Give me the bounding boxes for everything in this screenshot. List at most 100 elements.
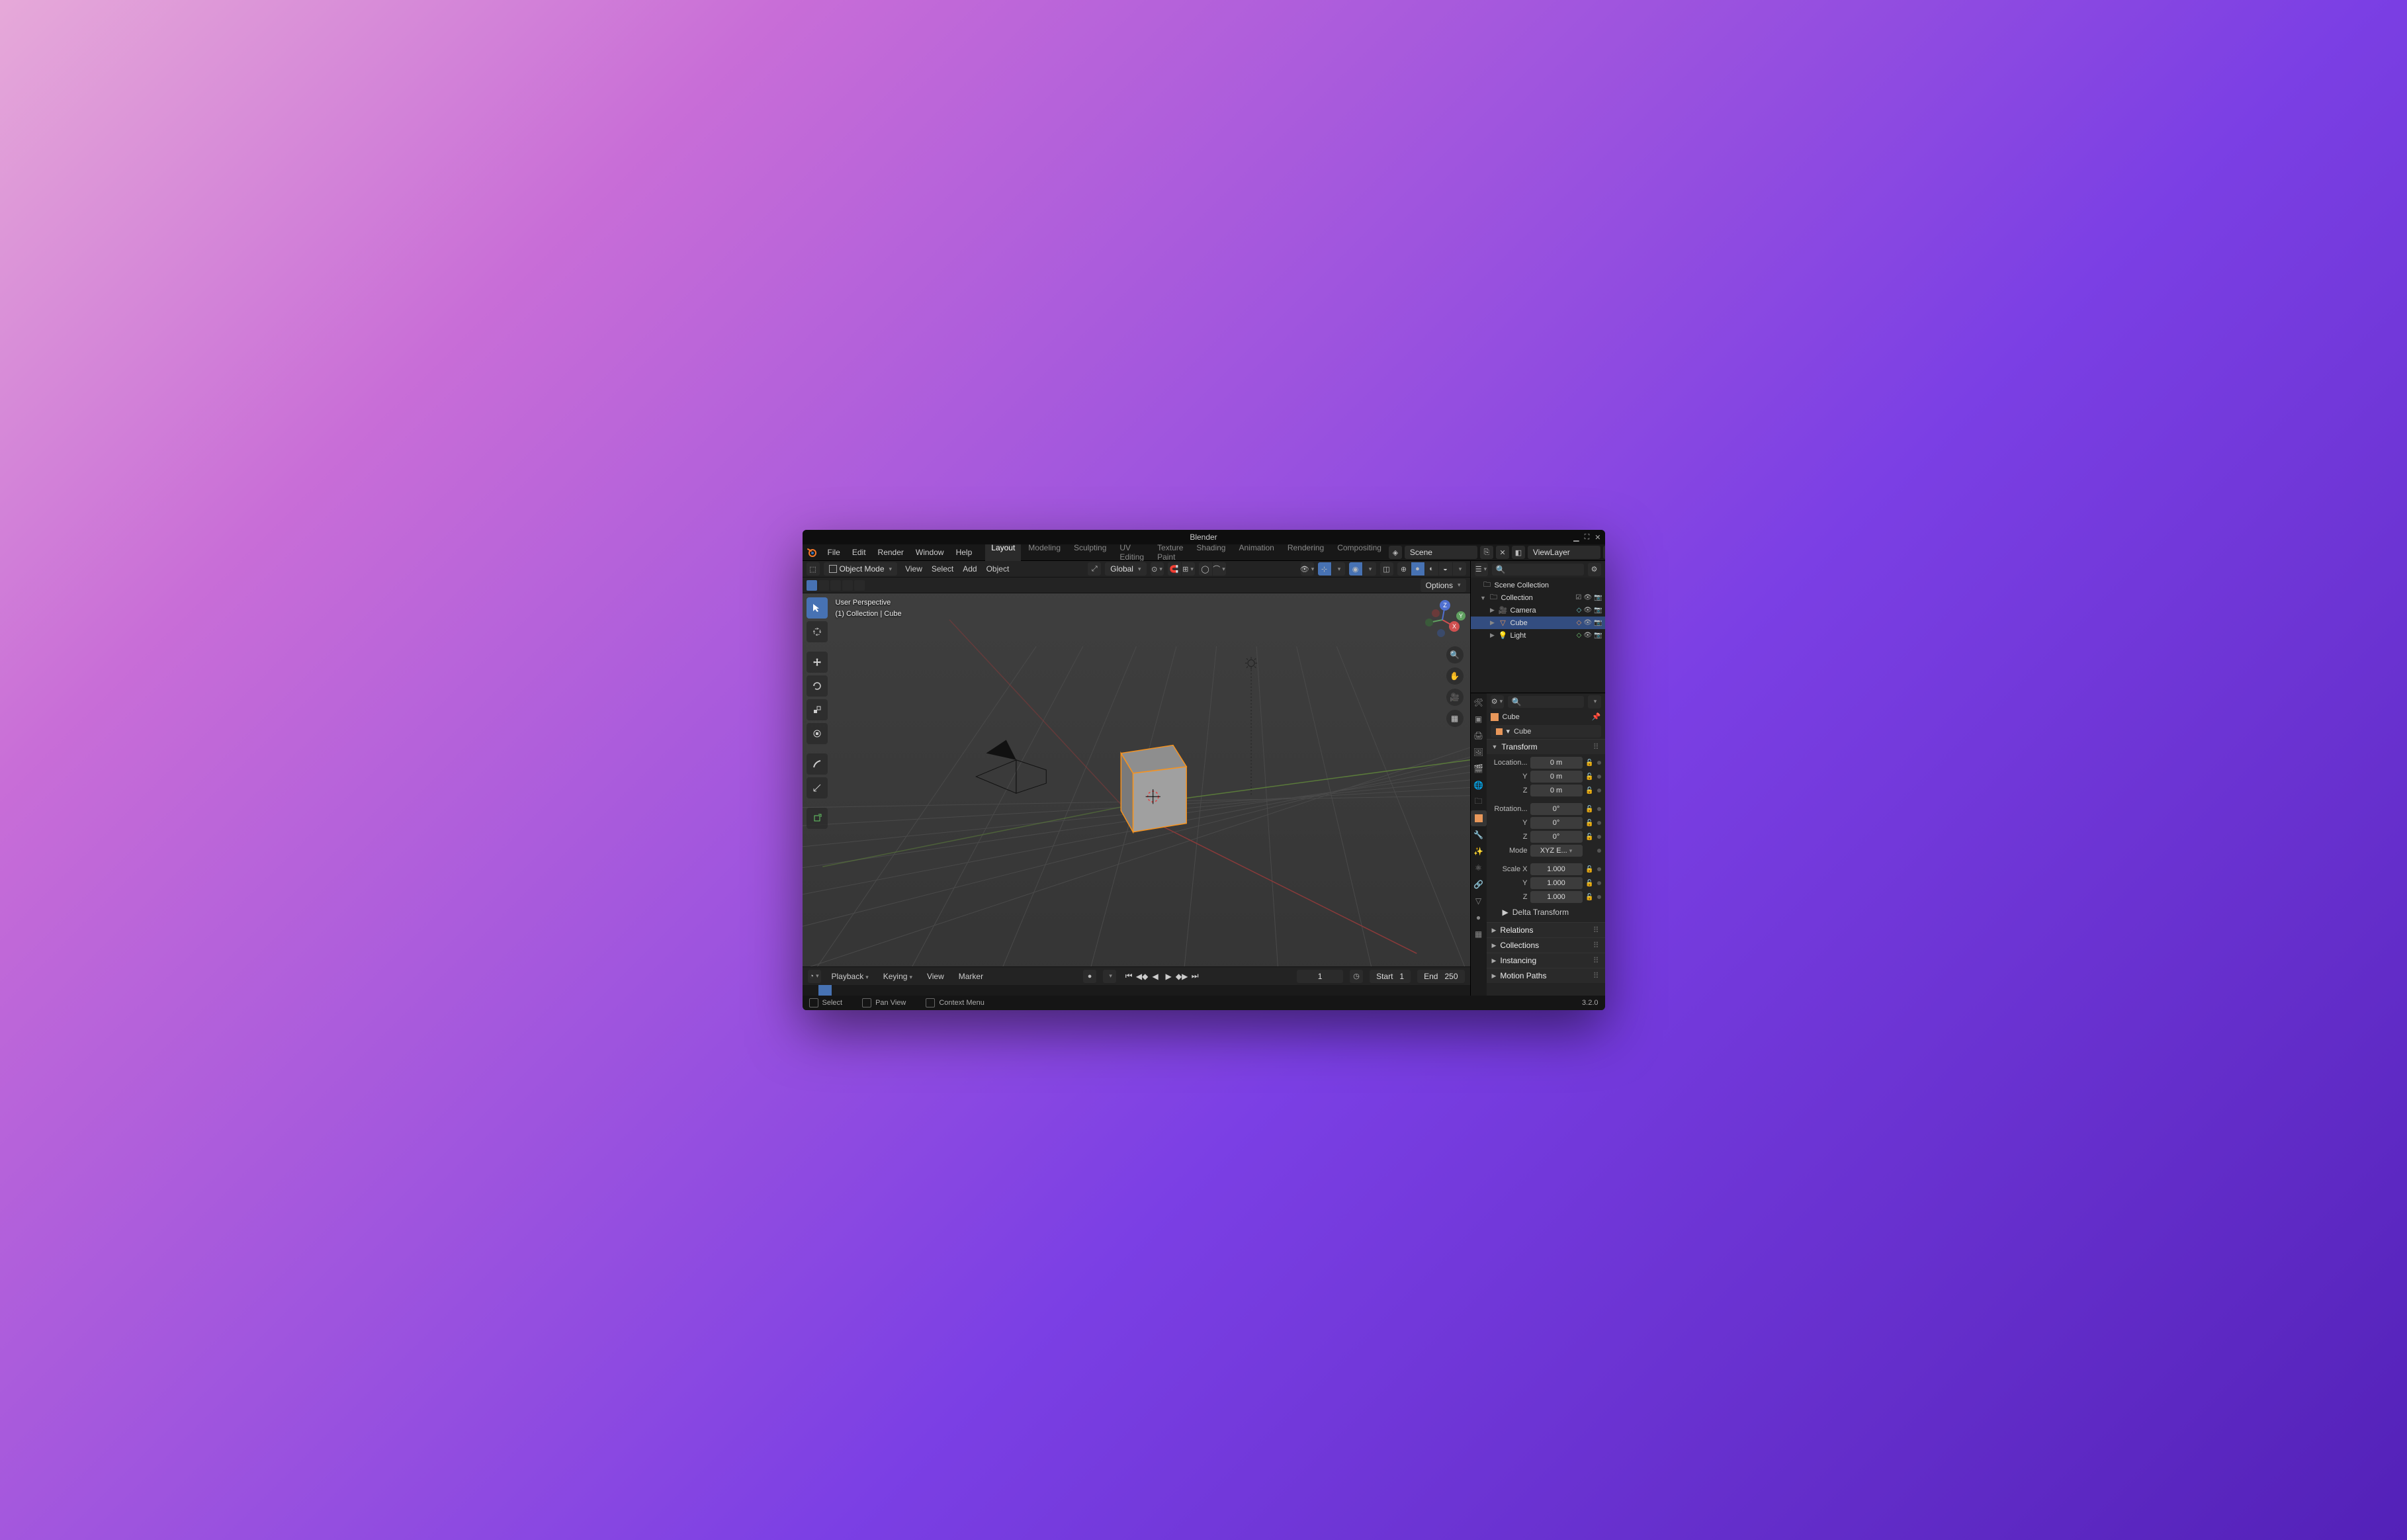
properties-tab-modifiers[interactable]: 🔧	[1471, 827, 1487, 843]
outliner-filter-icon[interactable]: ⚙	[1588, 563, 1601, 576]
maximize-icon[interactable]: ⛶	[1585, 533, 1590, 542]
tree-collection[interactable]: ▼🗀Collection☑👁📷	[1471, 591, 1605, 604]
panel-instancing[interactable]: ▶Instancing⠿	[1487, 953, 1605, 968]
keying-menu[interactable]: Keying	[879, 970, 916, 982]
lock-icon[interactable]: 🔓	[1585, 772, 1595, 781]
select-tool[interactable]	[807, 597, 828, 619]
workspace-animation[interactable]: Animation	[1233, 541, 1280, 564]
location-z-field[interactable]: 0 m	[1530, 785, 1583, 796]
select-mode-3-icon[interactable]	[830, 580, 841, 591]
snap-options-icon[interactable]: ⊞	[1182, 562, 1195, 576]
properties-tab-tool[interactable]: 🛠	[1471, 695, 1487, 710]
tree-item-light[interactable]: ▶💡Light◇👁📷	[1471, 629, 1605, 642]
lock-icon[interactable]: 🔓	[1585, 832, 1595, 841]
shading-material-icon[interactable]: ◐	[1425, 562, 1438, 576]
viewlayer-browse-icon[interactable]: ◧	[1512, 546, 1525, 559]
jump-start-icon[interactable]: ⏮	[1123, 970, 1135, 982]
workspace-uv-editing[interactable]: UV Editing	[1114, 541, 1150, 564]
gizmo-options-icon[interactable]	[1332, 562, 1345, 576]
timeline-editor-icon[interactable]: ◔	[808, 970, 821, 983]
lock-icon[interactable]: 🔓	[1585, 878, 1595, 888]
object-name-field[interactable]: ▾ Cube	[1491, 725, 1601, 738]
scale-tool[interactable]	[807, 699, 828, 720]
location-x-field[interactable]: 0 m	[1530, 757, 1583, 769]
autokey-icon[interactable]: ●	[1083, 970, 1096, 983]
scale-x-field[interactable]: 1.000	[1530, 863, 1583, 875]
menu-file[interactable]: File	[822, 546, 846, 559]
properties-tab-data[interactable]: ▽	[1471, 893, 1487, 909]
viewport-menu-add[interactable]: Add	[959, 563, 981, 575]
viewport-menu-object[interactable]: Object	[983, 563, 1014, 575]
blender-logo-icon[interactable]	[807, 546, 817, 558]
editor-type-icon[interactable]: ⬚	[807, 562, 820, 576]
properties-tab-material[interactable]: ●	[1471, 910, 1487, 925]
scene-browse-icon[interactable]: ◈	[1389, 546, 1402, 559]
keyframe-prev-icon[interactable]: ◀◆	[1136, 970, 1148, 982]
rotation-mode-dropdown[interactable]: XYZ E...	[1530, 845, 1583, 857]
frame-range-icon[interactable]: ◷	[1350, 970, 1363, 983]
perspective-toggle-icon[interactable]: ▦	[1446, 710, 1464, 727]
marker-menu[interactable]: Marker	[955, 970, 987, 982]
outliner-search[interactable]: 🔍	[1492, 564, 1584, 576]
workspace-layout[interactable]: Layout	[985, 541, 1021, 564]
workspace-compositing[interactable]: Compositing	[1331, 541, 1387, 564]
tree-item-cube[interactable]: ▶▽Cube◇👁📷	[1471, 617, 1605, 629]
properties-tab-texture[interactable]: ▦	[1471, 926, 1487, 942]
scale-y-field[interactable]: 1.000	[1530, 877, 1583, 889]
workspace-shading[interactable]: Shading	[1190, 541, 1231, 564]
viewlayer-new-icon[interactable]: ⎘	[1603, 546, 1605, 559]
add-cube-tool[interactable]	[807, 808, 828, 829]
properties-options-icon[interactable]	[1588, 695, 1601, 708]
workspace-modeling[interactable]: Modeling	[1022, 541, 1067, 564]
properties-tab-physics[interactable]: ⚛	[1471, 860, 1487, 876]
play-reverse-icon[interactable]: ◀	[1149, 970, 1161, 982]
tree-item-camera[interactable]: ▶🎥Camera◇👁📷	[1471, 604, 1605, 617]
lock-icon[interactable]: 🔓	[1585, 786, 1595, 795]
pan-icon[interactable]: ✋	[1446, 667, 1464, 685]
rotation-x-field[interactable]: 0°	[1530, 803, 1583, 815]
viewport-menu-view[interactable]: View	[901, 563, 926, 575]
navigation-gizmo[interactable]: X Y Z	[1421, 599, 1464, 641]
timeline-scrubber[interactable]	[803, 985, 1470, 996]
properties-tab-render[interactable]: ▣	[1471, 711, 1487, 727]
viewport-3d[interactable]: User Perspective (1) Collection | Cube X…	[803, 593, 1470, 966]
shading-options-icon[interactable]	[1453, 562, 1466, 576]
properties-tab-scene[interactable]: 🎬	[1471, 761, 1487, 777]
menu-edit[interactable]: Edit	[847, 546, 871, 559]
pivot-icon[interactable]: ⊙	[1151, 562, 1164, 576]
xray-icon[interactable]: ◫	[1380, 562, 1393, 576]
play-icon[interactable]: ▶	[1162, 970, 1174, 982]
menu-help[interactable]: Help	[951, 546, 978, 559]
properties-tab-constraints[interactable]: 🔗	[1471, 877, 1487, 892]
overlay-options-icon[interactable]	[1363, 562, 1376, 576]
orientation-icon[interactable]: ⤢	[1088, 562, 1101, 576]
gizmo-toggle-icon[interactable]: ⊹	[1318, 562, 1331, 576]
panel-collections[interactable]: ▶Collections⠿	[1487, 938, 1605, 953]
scale-z-field[interactable]: 1.000	[1530, 891, 1583, 903]
panel-motion-paths[interactable]: ▶Motion Paths⠿	[1487, 968, 1605, 983]
lock-icon[interactable]: 🔓	[1585, 758, 1595, 767]
scene-name-field[interactable]: Scene	[1405, 546, 1477, 559]
shading-solid-icon[interactable]: ●	[1411, 562, 1424, 576]
select-mode-4-icon[interactable]	[842, 580, 853, 591]
properties-tab-collection[interactable]: 🗀	[1471, 794, 1487, 810]
workspace-rendering[interactable]: Rendering	[1282, 541, 1330, 564]
select-mode-2-icon[interactable]	[818, 580, 829, 591]
properties-editor-icon[interactable]: ⚙	[1491, 695, 1504, 708]
pin-icon[interactable]: 📌	[1592, 712, 1601, 721]
keyframe-next-icon[interactable]: ◆▶	[1176, 970, 1188, 982]
proportional-edit-icon[interactable]: ◯	[1199, 562, 1212, 576]
rotate-tool[interactable]	[807, 675, 828, 697]
properties-tab-world[interactable]: 🌐	[1471, 777, 1487, 793]
playhead[interactable]	[818, 985, 832, 996]
scene-new-icon[interactable]: ⎘	[1480, 546, 1493, 559]
timeline-view-menu[interactable]: View	[923, 970, 948, 982]
keying-set-icon[interactable]	[1103, 970, 1116, 983]
rotation-y-field[interactable]: 0°	[1530, 817, 1583, 829]
jump-end-icon[interactable]: ⏭	[1189, 970, 1201, 982]
location-y-field[interactable]: 0 m	[1530, 771, 1583, 783]
overlay-toggle-icon[interactable]: ◉	[1349, 562, 1362, 576]
lock-icon[interactable]: 🔓	[1585, 865, 1595, 874]
cursor-tool[interactable]	[807, 621, 828, 642]
shading-rendered-icon[interactable]: ◒	[1439, 562, 1452, 576]
